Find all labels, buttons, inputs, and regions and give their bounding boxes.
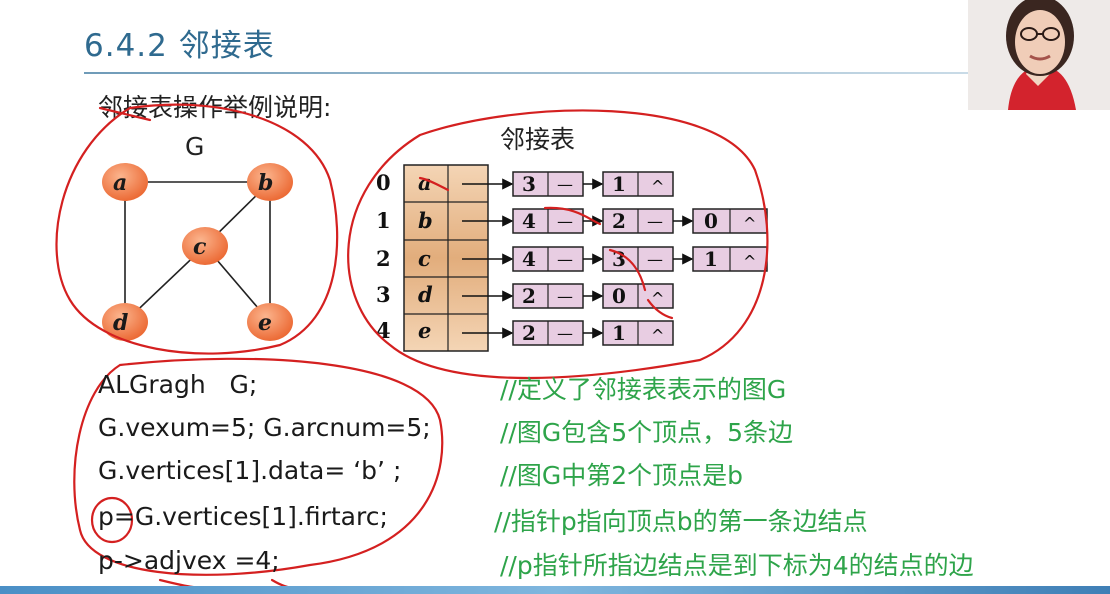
null-marker-1: ^ (743, 214, 756, 233)
edge-node-2-0: 4 (522, 247, 536, 271)
head-vertex-e: e (418, 318, 431, 343)
link-2-1: — (647, 250, 663, 269)
row-index-3: 3 (376, 282, 391, 307)
edge-node-0-0: 3 (522, 172, 536, 196)
link-2-0: — (557, 250, 573, 269)
null-marker-4: ^ (651, 326, 664, 345)
code-comment-3: //图G中第2个顶点是b (500, 461, 743, 490)
edge-node-1-2: 0 (704, 209, 718, 233)
edge-node-1-1: 2 (612, 209, 626, 233)
code-line-3: G.vertices[1].data= ‘b’ ; (98, 456, 402, 485)
edge-node-3-0: 2 (522, 284, 536, 308)
code-comment-5: //p指针所指边结点是到下标为4的结点的边 (500, 551, 974, 580)
null-marker-0: ^ (651, 177, 664, 196)
link-0-0: — (557, 175, 573, 194)
code-comment-2: //图G包含5个顶点，5条边 (500, 418, 794, 447)
vertex-head-table (403, 164, 489, 352)
link-4-0: — (557, 324, 573, 343)
head-vertex-b: b (418, 208, 433, 233)
head-vertex-c: c (418, 246, 431, 271)
row-index-2: 2 (376, 246, 391, 271)
edge-node-3-1: 0 (612, 284, 626, 308)
progress-bar (0, 586, 1110, 594)
code-line-1: ALGragh G; (98, 370, 258, 399)
row-index-0: 0 (376, 170, 391, 195)
row-index-1: 1 (376, 208, 391, 233)
edge-node-1-0: 4 (522, 209, 536, 233)
link-1-1: — (647, 212, 663, 231)
graph-node-a-label: a (113, 170, 127, 196)
head-vertex-a: a (418, 170, 432, 195)
null-marker-2: ^ (743, 252, 756, 271)
edge-node-4-1: 1 (612, 321, 626, 345)
code-line-4: p=G.vertices[1].firtarc; (98, 502, 388, 531)
annotation-stroke-subtitle (98, 106, 152, 122)
head-vertex-d: d (418, 282, 433, 307)
code-line-2: G.vexum=5; G.arcnum=5; (98, 413, 431, 442)
code-line-5: p->adjvex =4; (98, 546, 280, 575)
graph-node-b-label: b (258, 170, 273, 196)
code-comment-4: //指针p指向顶点b的第一条边结点 (494, 507, 868, 536)
code-comment-1: //定义了邻接表表示的图G (500, 375, 787, 404)
graph-node-d-label: d (113, 310, 128, 336)
edge-node-4-0: 2 (522, 321, 536, 345)
edge-node-2-2: 1 (704, 247, 718, 271)
graph-label: G (185, 132, 204, 161)
edge-node-0-1: 1 (612, 172, 626, 196)
graph-node-e-label: e (258, 310, 272, 336)
edge-nodes (512, 171, 768, 346)
link-1-0: — (557, 212, 573, 231)
link-3-0: — (557, 287, 573, 306)
graph-node-c-label: c (193, 234, 207, 260)
adjacency-list-label: 邻接表 (500, 125, 575, 154)
